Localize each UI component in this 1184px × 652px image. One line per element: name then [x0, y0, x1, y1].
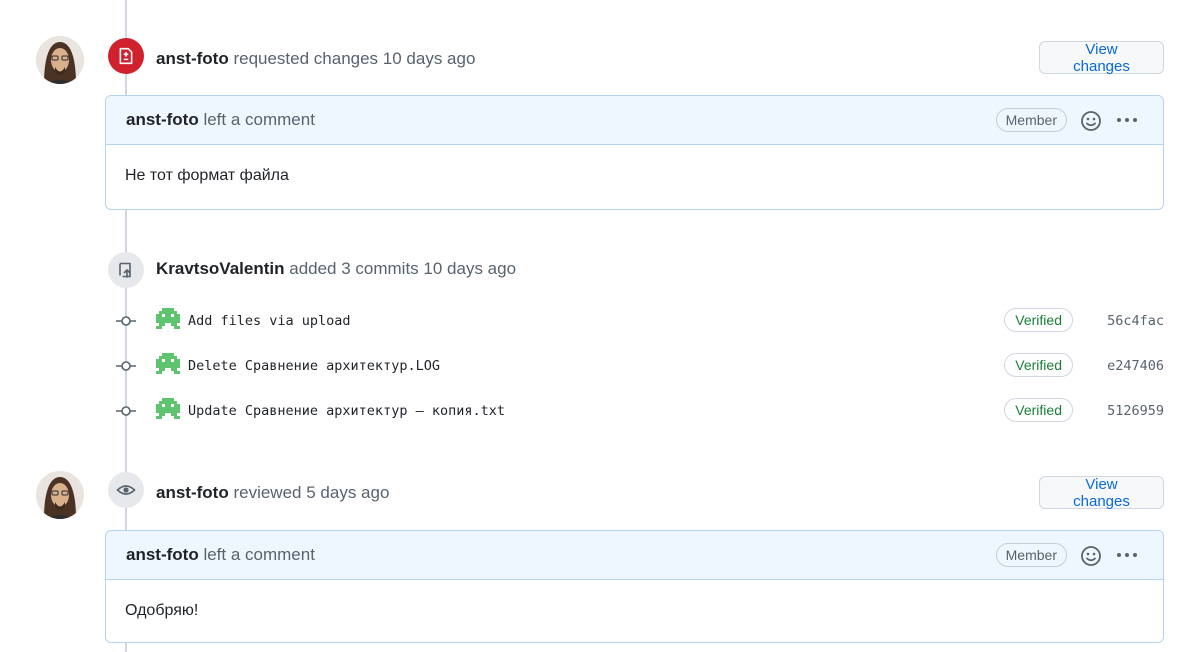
comment-header: anst-foto left a comment Member: [106, 96, 1163, 145]
kebab-horizontal-icon[interactable]: [1115, 110, 1139, 130]
event-requested-changes: anst-foto requested changes 10 days ago: [156, 49, 475, 69]
verified-badge[interactable]: Verified: [1004, 308, 1073, 332]
git-commit-icon: [116, 316, 136, 326]
event-time[interactable]: 5 days ago: [306, 483, 389, 502]
smiley-icon[interactable]: [1079, 544, 1103, 568]
commit-message[interactable]: Delete Сравнение архитектур.LOG: [188, 358, 440, 374]
event-action: requested changes: [233, 49, 379, 68]
avatar[interactable]: [36, 471, 84, 519]
event-time[interactable]: 10 days ago: [423, 259, 516, 278]
commit-row: Update Сравнение архитектур – копия.txt …: [110, 397, 1164, 427]
reviewed-badge: [108, 472, 144, 508]
commit-row: Add files via upload Verified 56c4fac: [110, 307, 1164, 337]
event-author[interactable]: anst-foto: [156, 49, 229, 68]
verified-badge[interactable]: Verified: [1004, 353, 1073, 377]
comment-title: anst-foto left a comment: [126, 545, 315, 565]
avatar[interactable]: [36, 36, 84, 84]
commit-sha[interactable]: e247406: [1107, 358, 1164, 374]
user-avatar-icon: [36, 471, 84, 519]
identicon-avatar-icon[interactable]: [156, 308, 180, 332]
commits-badge: [108, 252, 144, 288]
event-commits-added: KravtsoValentin added 3 commits 10 days …: [156, 259, 516, 279]
identicon-avatar-icon[interactable]: [156, 398, 180, 422]
repo-push-icon: [119, 262, 131, 278]
review-comment: anst-foto left a comment Member Не тот ф…: [105, 95, 1164, 210]
comment-action: left a comment: [203, 110, 315, 129]
git-commit-icon: [116, 406, 136, 416]
comment-author[interactable]: anst-foto: [126, 110, 199, 129]
event-time[interactable]: 10 days ago: [383, 49, 476, 68]
role-badge: Member: [995, 543, 1067, 567]
git-commit-icon: [116, 361, 136, 371]
event-author[interactable]: anst-foto: [156, 483, 229, 502]
eye-icon: [116, 485, 136, 495]
requested-changes-badge: [108, 38, 144, 74]
kebab-horizontal-icon[interactable]: [1115, 545, 1139, 565]
comment-body: Не тот формат файла: [125, 167, 289, 184]
view-changes-button[interactable]: View changes: [1039, 476, 1164, 510]
view-changes-button[interactable]: View changes: [1039, 41, 1164, 75]
comment-header: anst-foto left a comment Member: [106, 531, 1163, 580]
event-action: reviewed: [233, 483, 302, 502]
comment-action: left a comment: [203, 545, 315, 564]
comment-body: Одобряю!: [125, 602, 199, 619]
event-reviewed: anst-foto reviewed 5 days ago: [156, 483, 389, 503]
identicon-avatar-icon[interactable]: [156, 353, 180, 377]
event-action: added 3 commits: [289, 259, 419, 278]
comment-title: anst-foto left a comment: [126, 110, 315, 130]
review-comment: anst-foto left a comment Member Одобряю!: [105, 530, 1164, 643]
commit-sha[interactable]: 56c4fac: [1107, 313, 1164, 329]
verified-badge[interactable]: Verified: [1004, 398, 1073, 422]
comment-author[interactable]: anst-foto: [126, 545, 199, 564]
commit-message[interactable]: Add files via upload: [188, 313, 351, 329]
role-badge: Member: [995, 108, 1067, 132]
commit-sha[interactable]: 5126959: [1107, 403, 1164, 419]
user-avatar-icon: [36, 36, 84, 84]
commit-row: Delete Сравнение архитектур.LOG Verified…: [110, 352, 1164, 382]
commit-message[interactable]: Update Сравнение архитектур – копия.txt: [188, 403, 505, 419]
file-diff-icon: [119, 47, 133, 65]
smiley-icon[interactable]: [1079, 109, 1103, 133]
event-author[interactable]: KravtsoValentin: [156, 259, 285, 278]
